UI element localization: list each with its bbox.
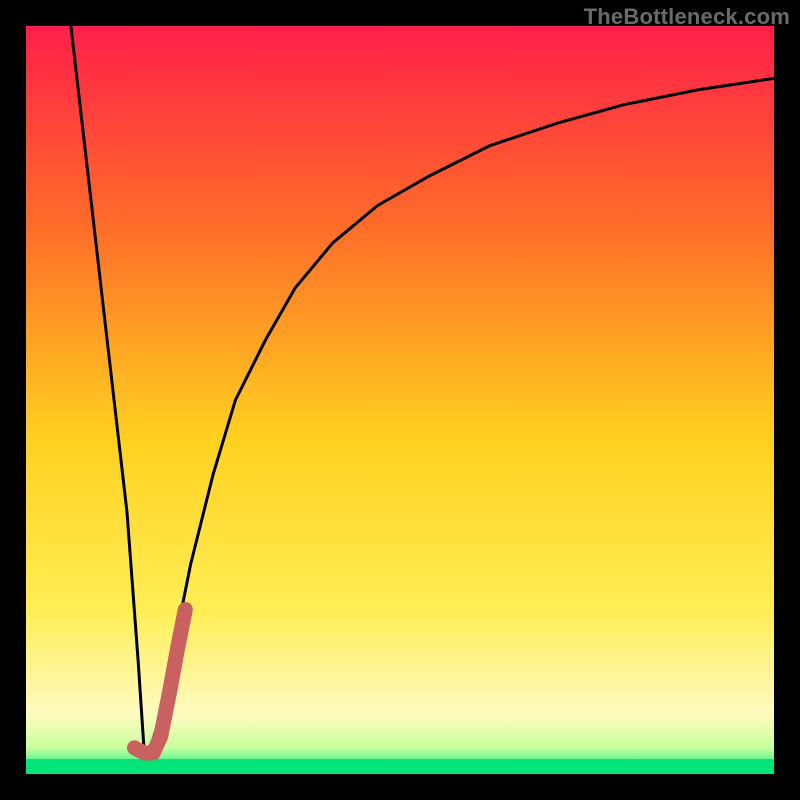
green-band	[26, 759, 774, 774]
chart-frame: TheBottleneck.com	[0, 0, 800, 800]
plot-svg	[26, 26, 774, 774]
plot-area	[26, 26, 774, 774]
watermark-text: TheBottleneck.com	[584, 4, 790, 30]
